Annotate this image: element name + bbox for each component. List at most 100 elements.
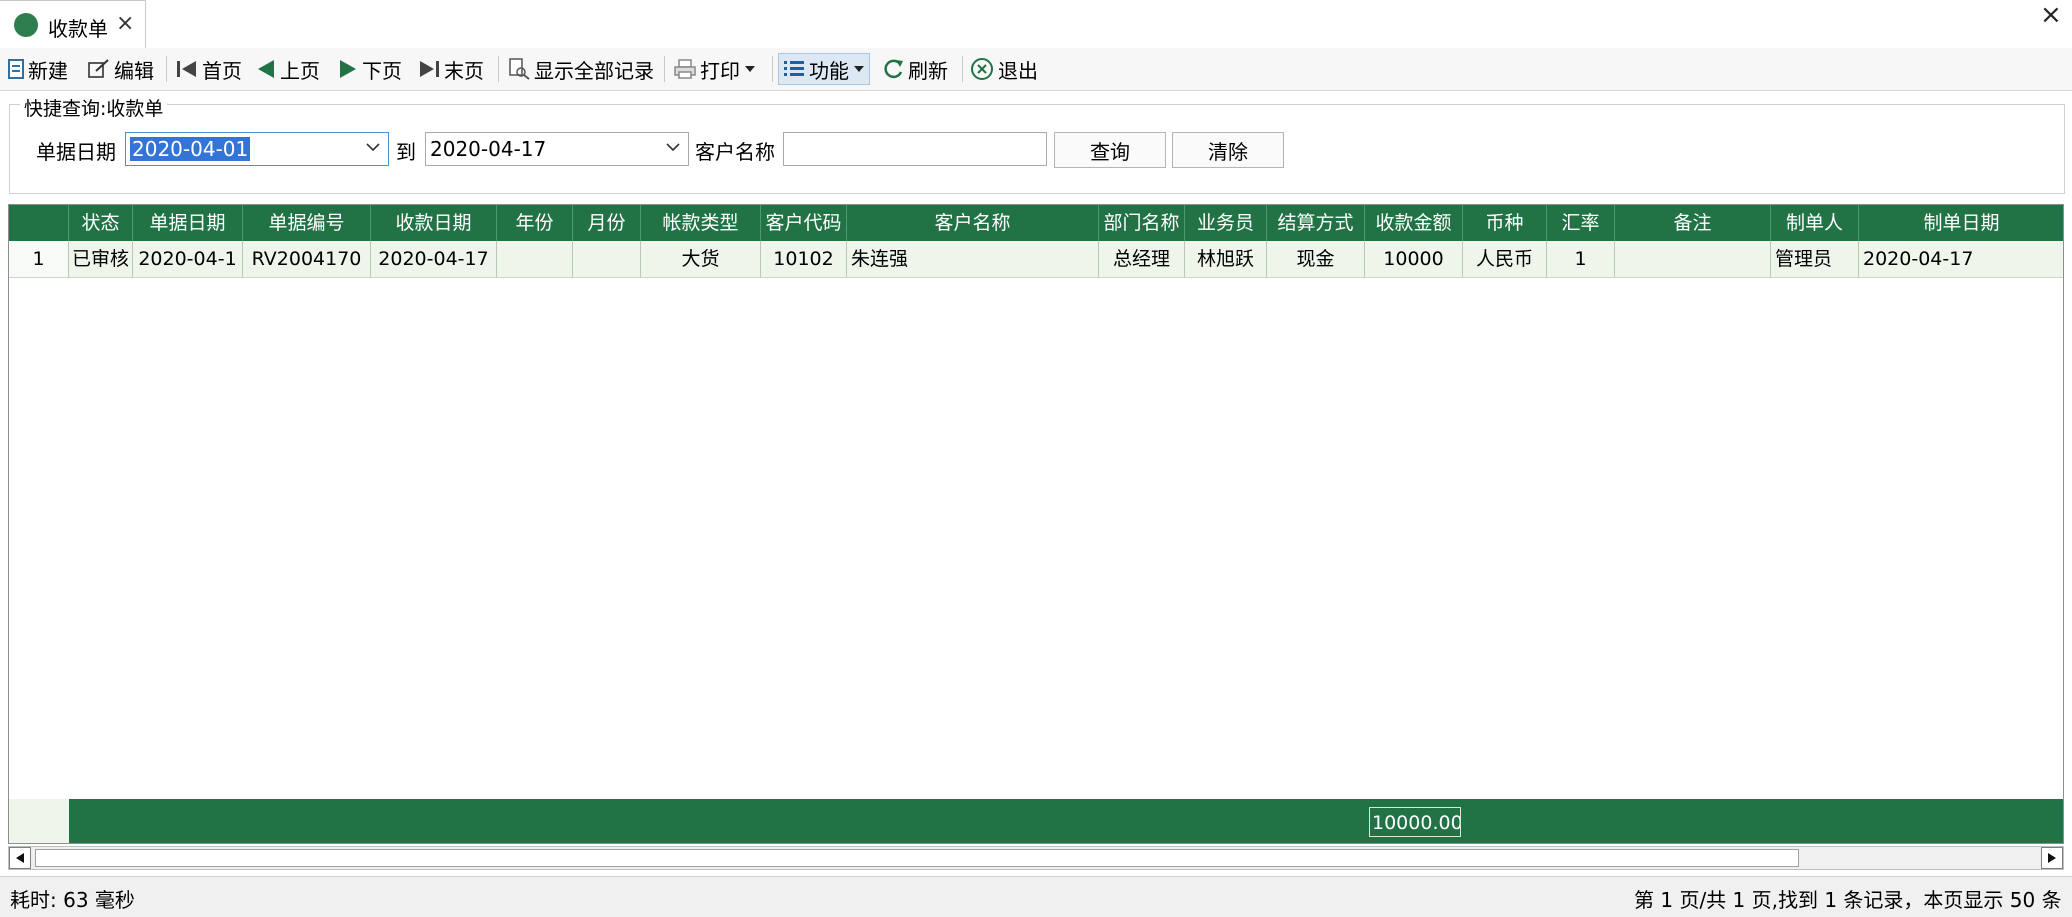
next-page-icon: [340, 60, 356, 78]
horizontal-scrollbar[interactable]: [8, 846, 2064, 870]
refresh-button[interactable]: 刷新: [882, 54, 948, 84]
date-to-picker[interactable]: 2020-04-17: [425, 132, 689, 166]
cell-customer-name[interactable]: 朱连强: [847, 241, 1099, 277]
tab-close-icon[interactable]: ×: [116, 11, 134, 36]
document-search-icon: [509, 58, 530, 80]
edit-icon: [88, 59, 109, 78]
column-header[interactable]: 状态: [69, 205, 133, 241]
column-header[interactable]: 月份: [573, 205, 641, 241]
new-label: 新建: [28, 58, 68, 83]
print-button[interactable]: 打印: [674, 54, 756, 84]
cell-doc-date[interactable]: 2020-04-1: [133, 241, 243, 277]
prev-page-label: 上页: [280, 58, 320, 83]
window-close-icon[interactable]: ×: [2040, 0, 2062, 30]
quick-query-title: 快捷查询:收款单: [20, 94, 168, 121]
new-button[interactable]: 新建: [8, 54, 68, 84]
column-header[interactable]: 制单日期: [1859, 205, 2063, 241]
column-header[interactable]: 业务员: [1185, 205, 1267, 241]
functions-button[interactable]: 功能: [778, 53, 870, 85]
footer-indicator: [9, 799, 69, 843]
cell-exchange-rate[interactable]: 1: [1547, 241, 1615, 277]
print-label: 打印: [700, 58, 740, 83]
toolbar-separator: [166, 56, 167, 82]
customer-name-input[interactable]: [783, 132, 1047, 166]
elapsed-time: 耗时: 63 毫秒: [10, 888, 135, 912]
scroll-left-icon[interactable]: [9, 847, 31, 869]
toolbar-separator: [772, 56, 773, 82]
new-doc-icon: [8, 59, 24, 79]
exit-button[interactable]: 退出: [970, 54, 1038, 84]
date-from-value: 2020-04-01: [130, 137, 251, 161]
cell-year[interactable]: [497, 241, 573, 277]
first-page-button[interactable]: 首页: [176, 54, 242, 84]
clear-button[interactable]: 清除: [1172, 132, 1284, 168]
column-header[interactable]: 年份: [497, 205, 573, 241]
cell-receipt-date[interactable]: 2020-04-17: [371, 241, 497, 277]
cell-remarks[interactable]: [1615, 241, 1771, 277]
tab-receipt[interactable]: 收款单 ×: [0, 0, 146, 48]
column-header[interactable]: 制单人: [1771, 205, 1859, 241]
toolbar-separator: [498, 56, 499, 82]
column-header[interactable]: 结算方式: [1267, 205, 1365, 241]
table-row[interactable]: 1 已审核 2020-04-1 RV2004170 2020-04-17 大货 …: [9, 241, 2063, 278]
column-header[interactable]: 单据编号: [243, 205, 371, 241]
next-page-button[interactable]: 下页: [338, 54, 402, 84]
printer-icon: [674, 59, 696, 79]
cell-customer-code[interactable]: 10102: [761, 241, 847, 277]
globe-icon: [14, 13, 38, 37]
cell-settlement[interactable]: 现金: [1267, 241, 1365, 277]
tab-title: 收款单: [48, 17, 108, 41]
column-header[interactable]: 币种: [1463, 205, 1547, 241]
to-label: 到: [396, 140, 416, 164]
chevron-down-icon[interactable]: [366, 142, 380, 152]
column-header[interactable]: 客户代码: [761, 205, 847, 241]
refresh-label: 刷新: [908, 58, 948, 83]
column-header[interactable]: 单据日期: [133, 205, 243, 241]
toolbar: 新建 编辑 首页 上页 下页 末页 显示全部记录 打印 功能 刷新 退出: [0, 48, 2072, 91]
scrollbar-thumb[interactable]: [35, 849, 1799, 867]
show-all-records-button[interactable]: 显示全部记录: [508, 54, 654, 84]
exit-circle-icon: [971, 58, 993, 80]
exit-label: 退出: [998, 58, 1038, 83]
column-header[interactable]: 汇率: [1547, 205, 1615, 241]
row-index: 1: [9, 241, 69, 277]
refresh-icon: [884, 59, 903, 79]
list-icon: [784, 61, 804, 76]
date-from-picker[interactable]: 2020-04-01: [125, 132, 389, 166]
cell-account-type[interactable]: 大货: [641, 241, 761, 277]
cell-doc-number[interactable]: RV2004170: [243, 241, 371, 277]
toolbar-separator: [962, 56, 963, 82]
last-page-icon: [420, 61, 439, 77]
cell-currency[interactable]: 人民币: [1463, 241, 1547, 277]
receipts-grid: 状态 单据日期 单据编号 收款日期 年份 月份 帐款类型 客户代码 客户名称 部…: [8, 204, 2064, 844]
column-header[interactable]: 部门名称: [1099, 205, 1185, 241]
column-header[interactable]: 收款日期: [371, 205, 497, 241]
date-to-value: 2020-04-17: [430, 137, 547, 161]
chevron-down-icon: [854, 66, 864, 72]
column-header[interactable]: 帐款类型: [641, 205, 761, 241]
column-header[interactable]: 客户名称: [847, 205, 1099, 241]
cell-creator[interactable]: 管理员: [1771, 241, 1859, 277]
prev-page-button[interactable]: 上页: [256, 54, 320, 84]
cell-department[interactable]: 总经理: [1099, 241, 1185, 277]
search-button[interactable]: 查询: [1054, 132, 1166, 168]
cell-created-date[interactable]: 2020-04-17: [1859, 241, 2063, 277]
page-info: 第 1 页/共 1 页,找到 1 条记录，本页显示 50 条: [1634, 888, 2062, 912]
next-page-label: 下页: [362, 58, 402, 83]
column-header[interactable]: 收款金额: [1365, 205, 1463, 241]
toolbar-separator: [664, 56, 665, 82]
first-page-label: 首页: [202, 58, 242, 83]
chevron-down-icon[interactable]: [666, 142, 680, 152]
customer-name-label: 客户名称: [695, 140, 775, 164]
show-all-label: 显示全部记录: [534, 58, 654, 83]
cell-status[interactable]: 已审核: [69, 241, 133, 277]
scroll-right-icon[interactable]: [2041, 847, 2063, 869]
cell-salesperson[interactable]: 林旭跃: [1185, 241, 1267, 277]
edit-label: 编辑: [114, 58, 154, 83]
edit-button[interactable]: 编辑: [88, 54, 154, 84]
column-header[interactable]: 备注: [1615, 205, 1771, 241]
chevron-down-icon: [745, 66, 755, 72]
cell-amount[interactable]: 10000: [1365, 241, 1463, 277]
last-page-button[interactable]: 末页: [418, 54, 484, 84]
cell-month[interactable]: [573, 241, 641, 277]
